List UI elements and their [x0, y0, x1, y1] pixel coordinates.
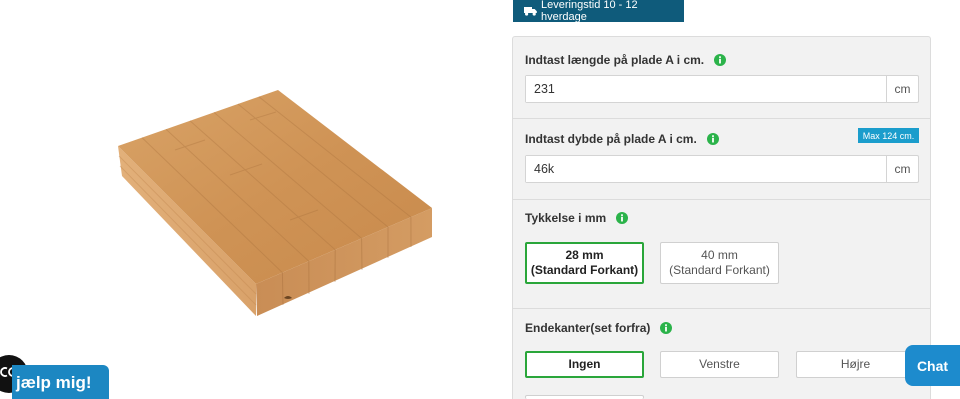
end-edge-option-left[interactable]: Venstre [660, 351, 779, 378]
depth-unit-addon: cm [886, 156, 918, 182]
section-divider [513, 308, 930, 309]
end-edge-option-none[interactable]: Ingen [525, 351, 644, 378]
truck-icon [524, 6, 537, 16]
thickness-option-28mm[interactable]: 28 mm (Standard Forkant) [525, 242, 644, 284]
help-me-button[interactable]: jælp mig! [12, 365, 109, 399]
chat-button[interactable]: Chat [905, 345, 960, 386]
depth-label: Indtast dybde på plade A i cm. [525, 132, 697, 146]
info-icon[interactable] [616, 212, 629, 224]
delivery-time-text: Leveringstid 10 - 12 hverdage [541, 0, 638, 23]
product-image [0, 0, 500, 399]
length-label: Indtast længde på plade A i cm. [525, 53, 705, 67]
max-depth-badge: Max 124 cm. [858, 128, 919, 143]
length-input-group: cm [525, 75, 919, 103]
option-size: 40 mm [701, 248, 738, 262]
option-partially-visible[interactable] [525, 395, 644, 399]
info-icon[interactable] [706, 133, 719, 145]
thickness-label-row: Tykkelse i mm [525, 211, 629, 225]
thickness-option-40mm[interactable]: 40 mm (Standard Forkant) [660, 242, 779, 284]
option-size: 28 mm [565, 248, 604, 262]
end-edge-option-right[interactable]: Højre [796, 351, 915, 378]
option-label: Højre [840, 357, 871, 371]
option-note: (Standard Forkant) [530, 263, 639, 277]
length-label-row: Indtast længde på plade A i cm. [525, 53, 727, 67]
depth-input-group: cm [525, 155, 919, 183]
configurator-panel: Indtast længde på plade A i cm. cm Indta… [512, 36, 931, 399]
end-edges-label-row: Endekanter(set forfra) [525, 321, 673, 335]
depth-label-row: Indtast dybde på plade A i cm. [525, 132, 719, 146]
option-note: (Standard Forkant) [669, 263, 770, 277]
info-icon[interactable] [714, 54, 727, 66]
depth-input[interactable] [526, 156, 886, 182]
length-unit-addon: cm [886, 76, 918, 102]
thickness-label: Tykkelse i mm [525, 211, 607, 225]
wooden-board-image [118, 90, 432, 316]
option-label: Ingen [568, 357, 601, 371]
info-icon[interactable] [660, 322, 673, 334]
section-divider [513, 199, 930, 200]
length-input[interactable] [526, 76, 886, 102]
delivery-time-badge: Leveringstid 10 - 12 hverdage [513, 0, 684, 23]
end-edges-label: Endekanter(set forfra) [525, 321, 651, 335]
section-divider [513, 118, 930, 119]
option-label: Venstre [699, 357, 740, 371]
